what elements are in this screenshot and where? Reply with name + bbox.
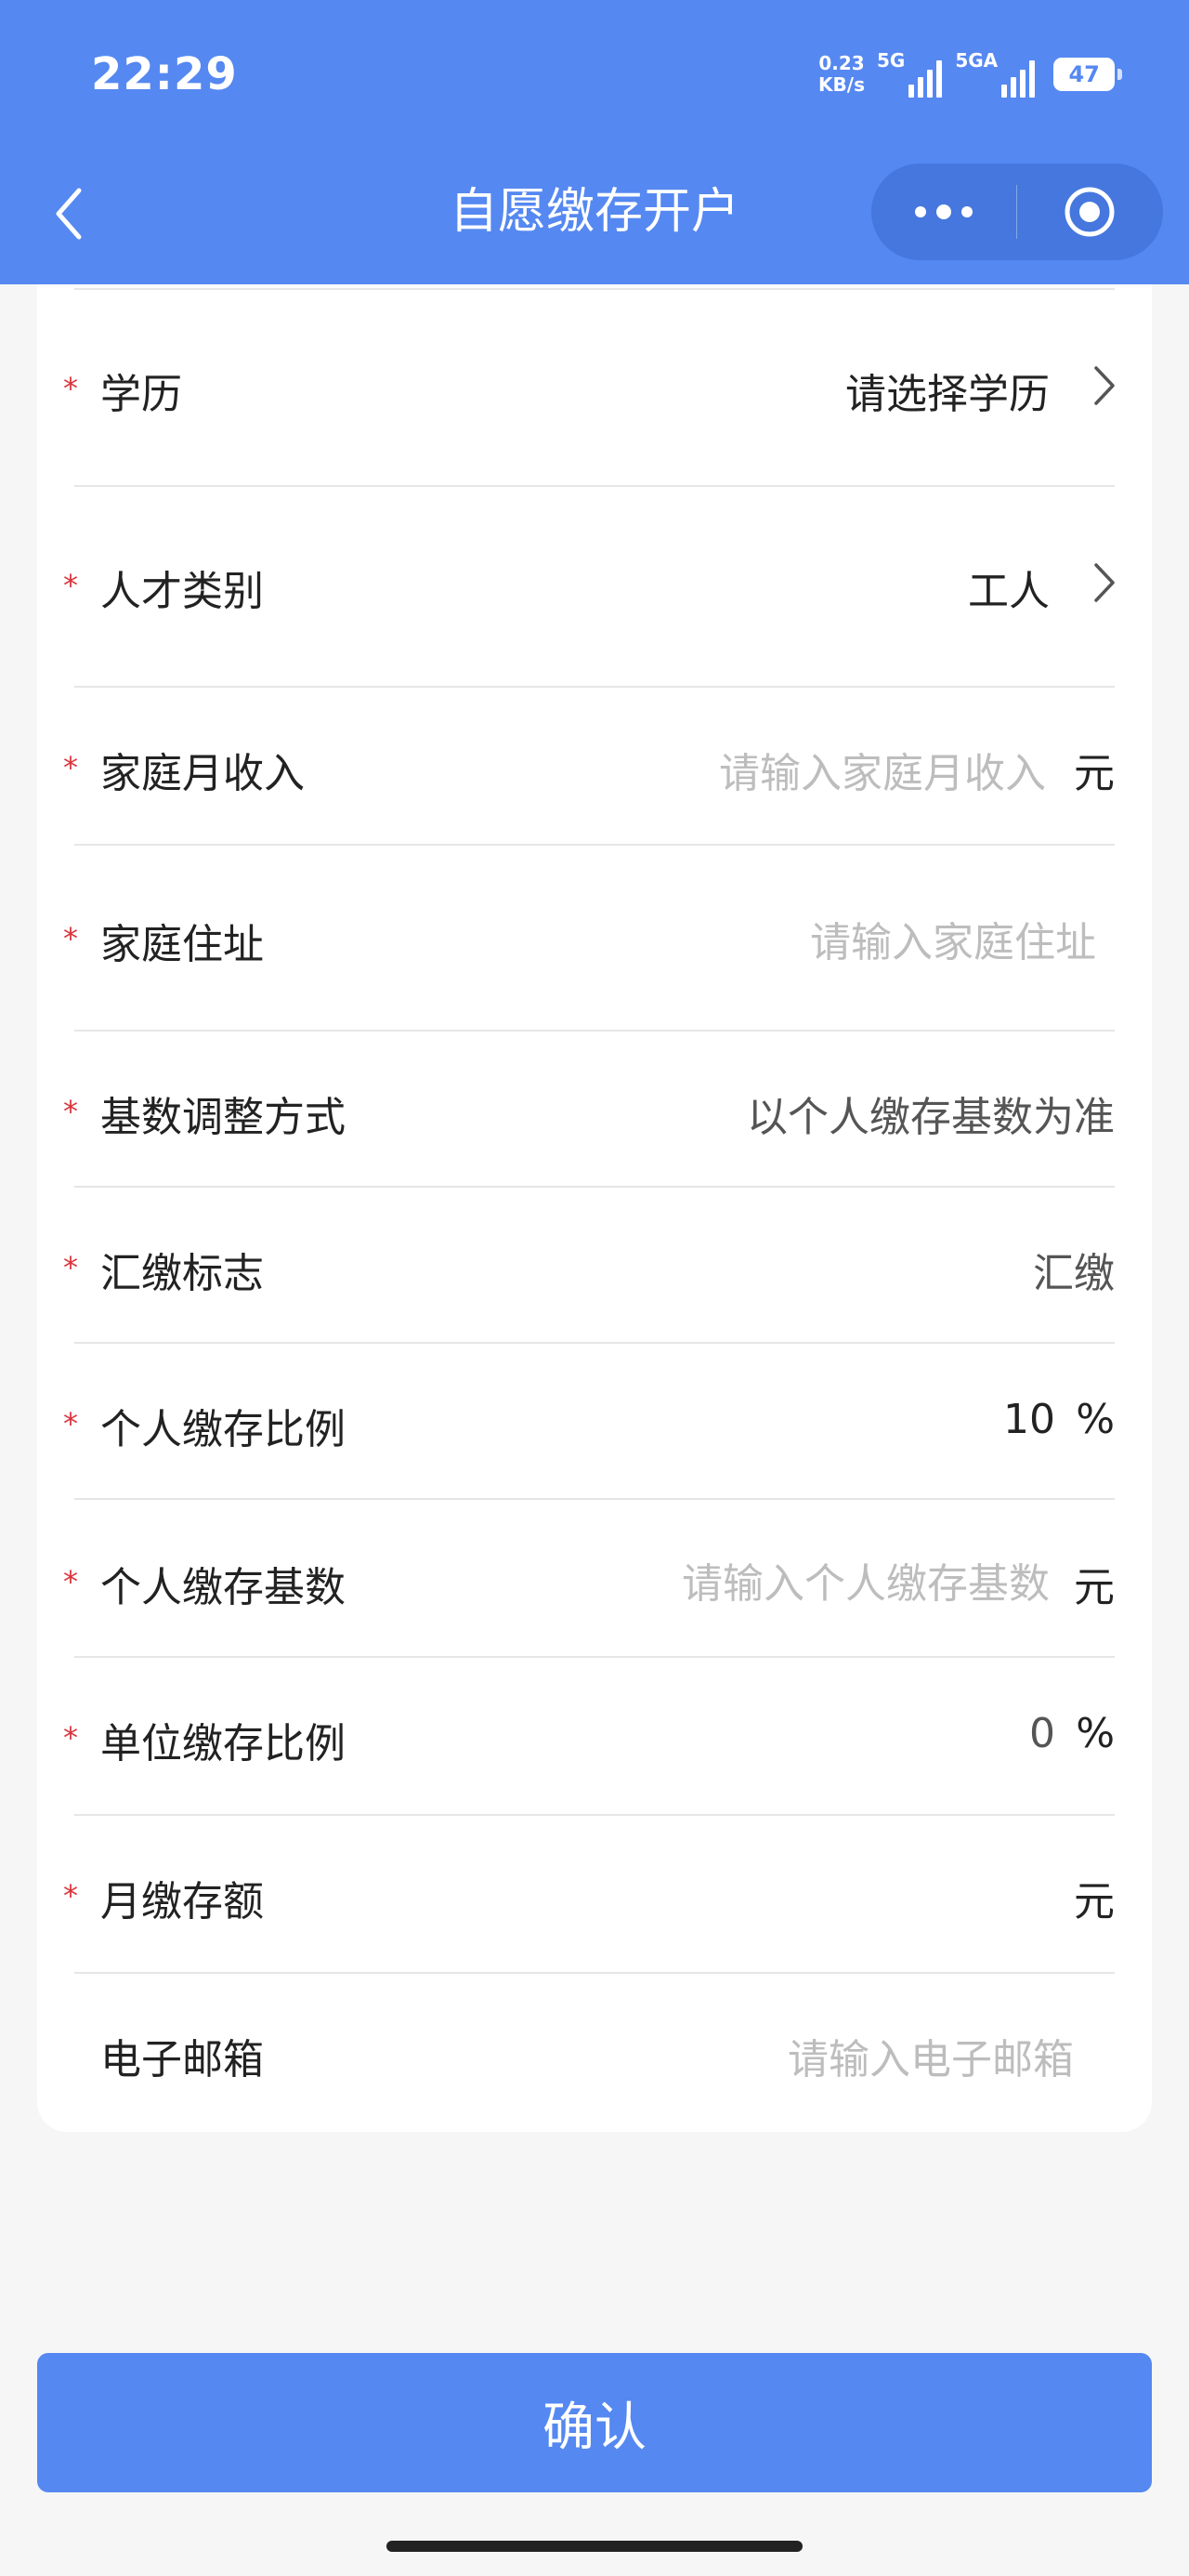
email-row: 电子邮箱 请输入电子邮箱 [37,1974,1152,2128]
more-button[interactable] [871,164,1016,260]
net-speed-unit: KB/s [818,73,865,96]
percent-unit: % [1076,1396,1115,1443]
family-income-label: 家庭月收入 [100,750,305,797]
status-icons: 0.23 KB/s 5G 5GA 47 [816,46,1123,102]
currency-unit: 元 [1074,1564,1115,1611]
monthly-amount-row: * 月缴存额 元 [37,1816,1152,1970]
miniprogram-capsule [871,164,1163,260]
required-mark: * [63,921,78,956]
currency-unit: 元 [1074,750,1115,797]
net-speed: 0.23 KB/s [816,53,868,96]
unit-ratio-value: 0 [1029,1710,1055,1757]
personal-base-label: 个人缴存基数 [100,1564,346,1611]
remit-flag-label: 汇缴标志 [100,1250,264,1297]
confirm-button[interactable]: 确认 [37,2353,1152,2492]
remit-flag-row: * 汇缴标志 汇缴 [37,1188,1152,1342]
personal-base-row: * 个人缴存基数 请输入个人缴存基数 元 [37,1500,1152,1656]
personal-ratio-value: 10 [1003,1396,1055,1443]
family-income-input[interactable]: 请输入家庭月收入 [719,740,1046,799]
family-address-label: 家庭住址 [100,921,264,968]
chevron-right-icon [1094,366,1115,405]
required-mark: * [63,1250,78,1285]
more-dots-icon [915,204,973,219]
unit-ratio-row: * 单位缴存比例 0 % [37,1658,1152,1812]
unit-ratio-label: 单位缴存比例 [100,1720,346,1768]
personal-ratio-row: * 个人缴存比例 10 % [37,1344,1152,1498]
remit-flag-value: 汇缴 [1033,1250,1115,1297]
talent-type-select[interactable]: 工人 [968,558,1050,617]
home-indicator[interactable] [386,2541,803,2552]
chevron-right-icon [1094,563,1115,602]
base-adjust-label: 基数调整方式 [100,1094,346,1141]
app-header: 22:29 0.23 KB/s 5G 5GA 47 自愿缴存开户 [0,0,1189,284]
required-mark: * [63,568,78,603]
required-mark: * [63,371,78,406]
net-speed-value: 0.23 [818,52,865,74]
family-income-row: * 家庭月收入 请输入家庭月收入 元 [37,688,1152,844]
signal-2: 5GA [949,51,1039,98]
signal-bars-icon [908,57,946,98]
talent-type-row[interactable]: * 人才类别 工人 [37,487,1152,682]
battery-icon: 47 [1053,58,1123,91]
email-label: 电子邮箱 [100,2036,264,2083]
education-select[interactable]: 请选择学历 [845,361,1050,420]
signal-1-label: 5G [877,49,906,72]
personal-base-input[interactable]: 请输入个人缴存基数 [682,1550,1050,1610]
family-address-input[interactable]: 请输入家庭住址 [810,909,1096,968]
form-card: * 学历 请选择学历 * 人才类别 工人 * 家庭月收入 请输入家庭月收入 元 … [37,284,1152,2132]
monthly-amount-label: 月缴存额 [100,1878,264,1925]
talent-type-label: 人才类别 [100,568,264,615]
personal-ratio-label: 个人缴存比例 [100,1406,346,1453]
required-mark: * [63,750,78,785]
currency-unit: 元 [1074,1878,1115,1925]
target-close-icon [1065,187,1115,237]
required-mark: * [63,1564,78,1599]
base-adjust-row: * 基数调整方式 以个人缴存基数为准 [37,1032,1152,1186]
signal-2-label: 5GA [955,49,999,72]
education-row[interactable]: * 学历 请选择学历 [37,288,1152,481]
required-mark: * [63,1406,78,1441]
signal-1: 5G [871,51,946,98]
family-address-row: * 家庭住址 请输入家庭住址 [37,846,1152,1028]
required-mark: * [63,1094,78,1129]
required-mark: * [63,1720,78,1755]
battery-level: 47 [1068,61,1100,87]
email-input[interactable]: 请输入电子邮箱 [788,2026,1074,2085]
required-mark: * [63,1878,78,1913]
percent-unit: % [1076,1710,1115,1757]
close-miniprogram-button[interactable] [1017,164,1162,260]
base-adjust-value: 以个人缴存基数为准 [747,1094,1115,1141]
education-label: 学历 [100,371,182,418]
status-time: 22:29 [91,48,238,100]
signal-bars-icon [1001,57,1039,98]
